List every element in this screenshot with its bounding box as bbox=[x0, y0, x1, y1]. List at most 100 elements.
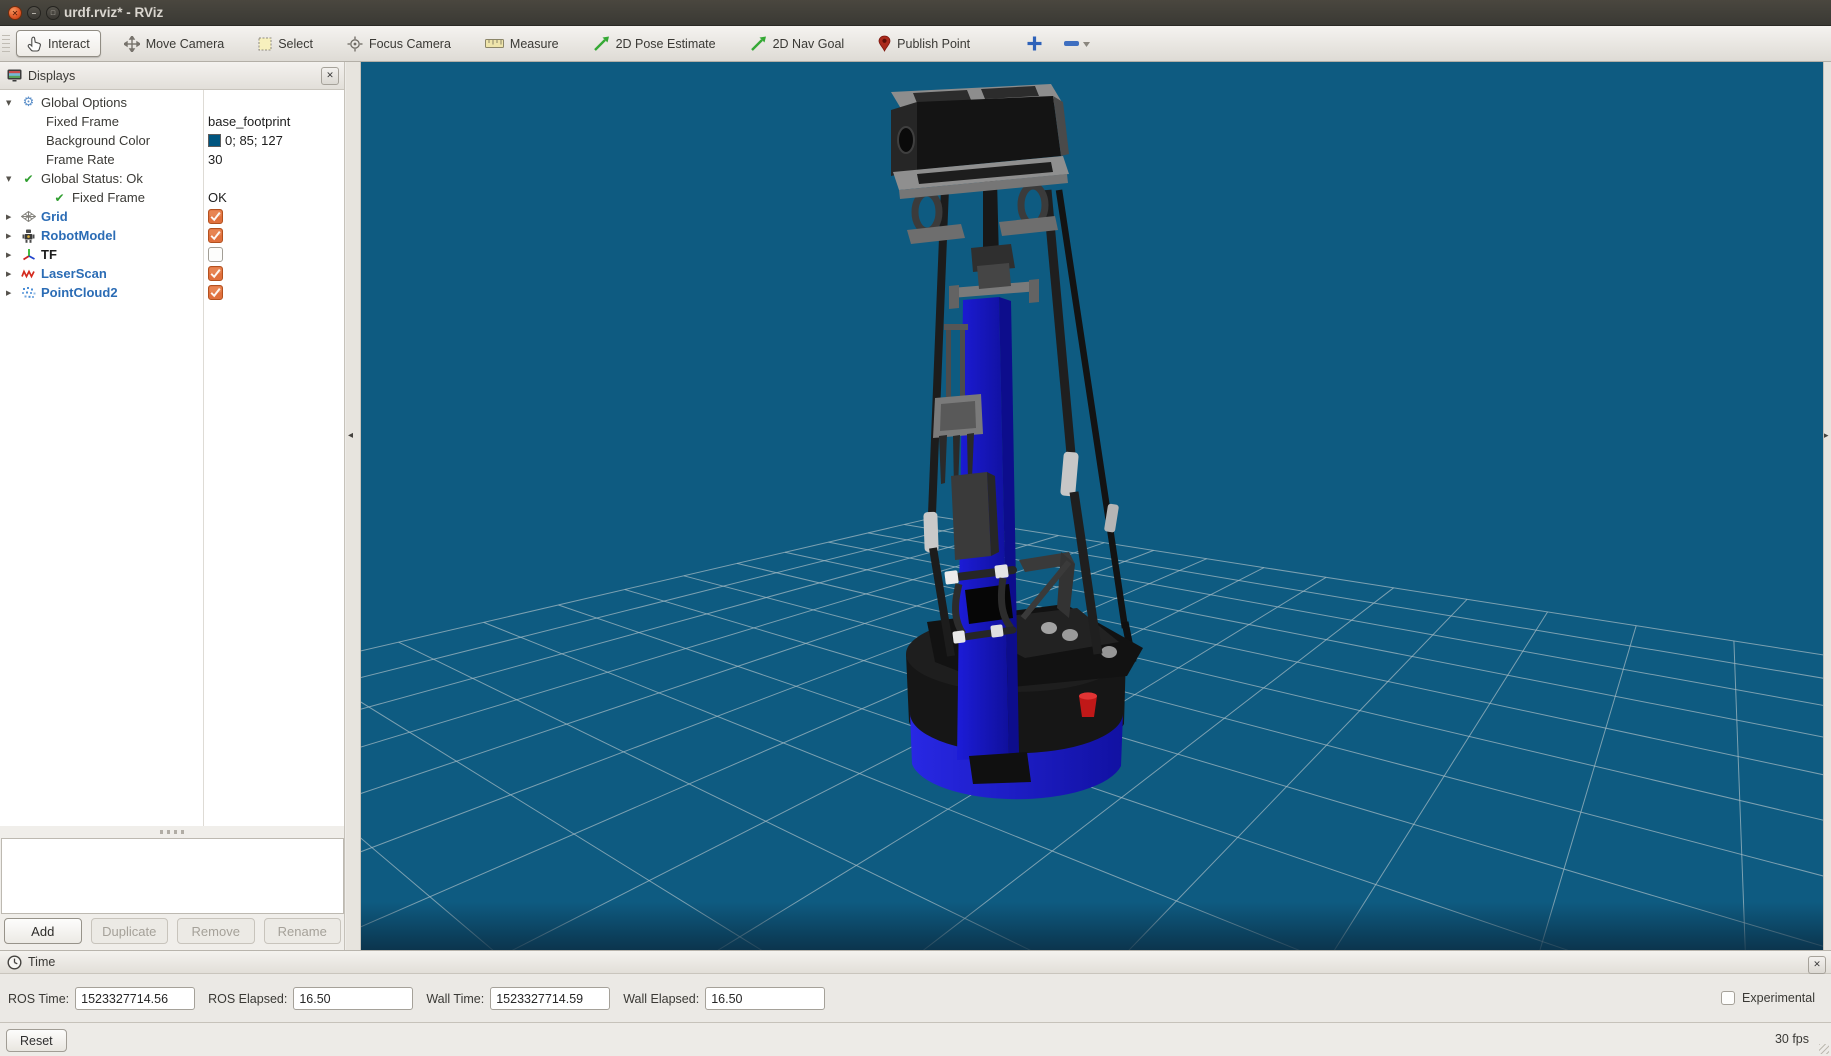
tree-row-value: base_footprint bbox=[208, 114, 290, 129]
robot-icon bbox=[19, 229, 38, 243]
grid-icon bbox=[19, 211, 38, 222]
expander-right-icon[interactable]: ▶ bbox=[6, 232, 19, 240]
right-dock-strip[interactable]: ▸ bbox=[1823, 62, 1831, 950]
select-icon bbox=[258, 37, 272, 51]
green-arrow-icon bbox=[593, 36, 610, 52]
render-viewport[interactable] bbox=[361, 62, 1823, 950]
wall-time-label: Wall Time: bbox=[426, 992, 484, 1006]
expander-right-icon[interactable]: ▶ bbox=[6, 270, 19, 278]
plus-icon bbox=[1026, 35, 1043, 52]
description-box bbox=[1, 838, 344, 914]
ros-elapsed-input[interactable] bbox=[293, 987, 413, 1010]
rviz-window: ✕ – □ urdf.rviz* - RViz Interact Move Cam… bbox=[0, 0, 1831, 1056]
tree-row-global-status-ok[interactable]: ▼✔Global Status: Ok bbox=[0, 169, 344, 188]
tool-publish-point[interactable]: Publish Point bbox=[867, 30, 981, 57]
display-checkbox[interactable] bbox=[208, 228, 223, 243]
tool-focus-camera[interactable]: Focus Camera bbox=[336, 30, 462, 57]
displays-close-button[interactable]: ✕ bbox=[321, 67, 339, 85]
color-swatch bbox=[208, 134, 221, 147]
time-panel: Time ✕ ROS Time: ROS Elapsed: Wall Time: Wa… bbox=[0, 950, 1831, 1022]
displays-buttons-row: Add Duplicate Remove Rename bbox=[0, 918, 345, 944]
tree-row-value: OK bbox=[208, 190, 227, 205]
gear-icon: ⚙ bbox=[19, 96, 38, 109]
window-title: urdf.rviz* - RViz bbox=[64, 0, 163, 25]
tree-row-fixed-frame[interactable]: Fixed Framebase_footprint bbox=[0, 112, 344, 131]
window-maximize-button[interactable]: □ bbox=[46, 6, 60, 20]
measure-icon bbox=[485, 38, 504, 49]
tree-row-laserscan[interactable]: ▶LaserScan bbox=[0, 264, 344, 283]
reset-button[interactable]: Reset bbox=[6, 1029, 67, 1052]
clock-icon bbox=[7, 955, 22, 970]
collapse-left-arrow-icon[interactable]: ◂ bbox=[348, 430, 353, 441]
tree-row-global-options[interactable]: ▼⚙Global Options bbox=[0, 93, 344, 112]
scene-background bbox=[361, 62, 1823, 950]
panel-splitter-handle[interactable] bbox=[0, 826, 344, 837]
window-close-button[interactable]: ✕ bbox=[8, 6, 22, 20]
collapse-right-arrow-icon[interactable]: ▸ bbox=[1824, 430, 1829, 441]
ros-time-label: ROS Time: bbox=[8, 992, 69, 1006]
tool-2d-pose-estimate[interactable]: 2D Pose Estimate bbox=[582, 30, 727, 57]
toolbar-grip-handle[interactable] bbox=[2, 35, 10, 53]
displays-duplicate-button[interactable]: Duplicate bbox=[91, 918, 169, 944]
viewport-bottom-shade bbox=[361, 902, 1823, 950]
expander-down-icon[interactable]: ▼ bbox=[6, 175, 19, 183]
tree-row-background-color[interactable]: Background Color0; 85; 127 bbox=[0, 131, 344, 150]
add-tool-button[interactable] bbox=[1019, 30, 1050, 57]
tree-row-fixed-frame[interactable]: ✔Fixed FrameOK bbox=[0, 188, 344, 207]
tool-move-camera[interactable]: Move Camera bbox=[113, 30, 236, 57]
tree-row-tf[interactable]: ▶TF bbox=[0, 245, 344, 264]
wall-time-input[interactable] bbox=[490, 987, 610, 1010]
window-minimize-button[interactable]: – bbox=[27, 6, 41, 20]
display-checkbox[interactable] bbox=[208, 285, 223, 300]
tree-row-value: 0; 85; 127 bbox=[225, 133, 283, 148]
tool-interact[interactable]: Interact bbox=[16, 30, 101, 57]
fps-counter: 30 fps bbox=[1775, 1032, 1809, 1046]
toolbar-tools: Interact Move Camera Select Focus Camera Mea… bbox=[16, 30, 1104, 57]
display-checkbox[interactable] bbox=[208, 209, 223, 224]
display-checkbox[interactable] bbox=[208, 247, 223, 262]
time-close-button[interactable]: ✕ bbox=[1808, 956, 1826, 974]
hand-icon bbox=[27, 36, 42, 52]
wall-elapsed-label: Wall Elapsed: bbox=[623, 992, 699, 1006]
tree-row-grid[interactable]: ▶Grid bbox=[0, 207, 344, 226]
time-fields: ROS Time: ROS Elapsed: Wall Time: Wall Elap… bbox=[0, 974, 825, 1023]
expander-down-icon[interactable]: ▼ bbox=[6, 99, 19, 107]
displays-panel-header: Displays ✕ bbox=[0, 62, 344, 90]
check-icon: ✔ bbox=[19, 173, 38, 185]
tree-row-label: PointCloud2 bbox=[41, 285, 118, 300]
resize-grip[interactable] bbox=[1819, 1044, 1829, 1054]
experimental-checkbox[interactable] bbox=[1721, 991, 1735, 1005]
check-icon: ✔ bbox=[50, 192, 69, 204]
tree-row-label: RobotModel bbox=[41, 228, 116, 243]
minus-icon bbox=[1063, 35, 1091, 52]
tool-measure[interactable]: Measure bbox=[474, 30, 570, 57]
expander-right-icon[interactable]: ▶ bbox=[6, 289, 19, 297]
experimental-toggle[interactable]: Experimental bbox=[1721, 991, 1815, 1005]
ros-elapsed-label: ROS Elapsed: bbox=[208, 992, 287, 1006]
tree-row-frame-rate[interactable]: Frame Rate30 bbox=[0, 150, 344, 169]
tool-2d-nav-goal[interactable]: 2D Nav Goal bbox=[739, 30, 856, 57]
red-cup bbox=[1079, 692, 1097, 717]
expander-right-icon[interactable]: ▶ bbox=[6, 251, 19, 259]
displays-rename-button[interactable]: Rename bbox=[264, 918, 342, 944]
time-panel-title: Time bbox=[28, 955, 55, 969]
time-panel-header: Time ✕ bbox=[0, 951, 1831, 974]
displays-add-button[interactable]: Add bbox=[4, 918, 82, 944]
tree-row-label: Global Status: Ok bbox=[41, 171, 143, 186]
tf-icon bbox=[19, 248, 38, 261]
tree-row-robotmodel[interactable]: ▶ RobotModel bbox=[0, 226, 344, 245]
displays-remove-button[interactable]: Remove bbox=[177, 918, 255, 944]
wall-elapsed-input[interactable] bbox=[705, 987, 825, 1010]
green-arrow-icon bbox=[750, 36, 767, 52]
title-bar: ✕ – □ urdf.rviz* - RViz bbox=[0, 0, 1831, 26]
ros-time-input[interactable] bbox=[75, 987, 195, 1010]
remove-tool-button[interactable] bbox=[1056, 30, 1098, 57]
tool-select[interactable]: Select bbox=[247, 30, 324, 57]
expander-right-icon[interactable]: ▶ bbox=[6, 213, 19, 221]
dock-splitter[interactable]: ◂ bbox=[346, 62, 361, 950]
display-checkbox[interactable] bbox=[208, 266, 223, 281]
pin-icon bbox=[878, 35, 891, 52]
tree-row-pointcloud2[interactable]: ▶ PointCloud2 bbox=[0, 283, 344, 302]
pointcloud-icon bbox=[19, 286, 38, 299]
monitor-icon bbox=[7, 69, 22, 82]
